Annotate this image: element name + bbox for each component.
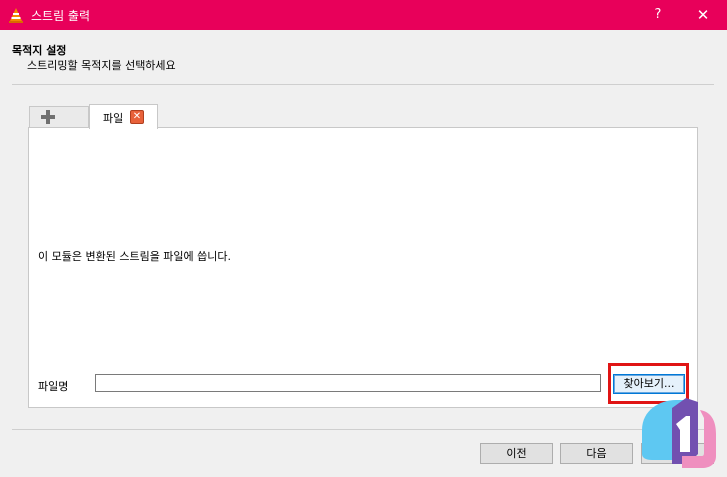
prev-button[interactable]: 이전 <box>480 443 553 464</box>
filename-input[interactable] <box>95 374 601 392</box>
tab-file-label: 파일 <box>103 112 124 125</box>
title-bar: 스트림 출력 ? ✕ <box>0 0 727 30</box>
tab-file[interactable]: 파일 ✕ <box>89 104 158 129</box>
logo-watermark-icon <box>642 398 716 468</box>
page-subtitle: 스트리밍할 목적지를 선택하세요 <box>27 59 176 72</box>
help-button[interactable]: ? <box>638 0 678 30</box>
tab-add[interactable] <box>29 106 89 127</box>
page-title: 목적지 설정 <box>12 44 67 57</box>
footer-divider <box>12 429 714 430</box>
next-button[interactable]: 다음 <box>560 443 633 464</box>
vlc-cone-icon <box>9 8 23 23</box>
window-title: 스트림 출력 <box>31 9 91 23</box>
filename-label: 파일명 <box>38 380 69 393</box>
header-divider <box>12 84 714 85</box>
module-description: 이 모듈은 변환된 스트림을 파일에 씁니다. <box>38 250 232 263</box>
close-icon[interactable]: ✕ <box>130 110 144 124</box>
file-destination-panel: 이 모듈은 변환된 스트림을 파일에 씁니다. 파일명 찾아보기... <box>28 127 698 408</box>
plus-icon <box>41 110 55 124</box>
close-button[interactable]: ✕ <box>680 0 726 30</box>
wizard-header: 목적지 설정 스트리밍할 목적지를 선택하세요 <box>0 30 727 84</box>
